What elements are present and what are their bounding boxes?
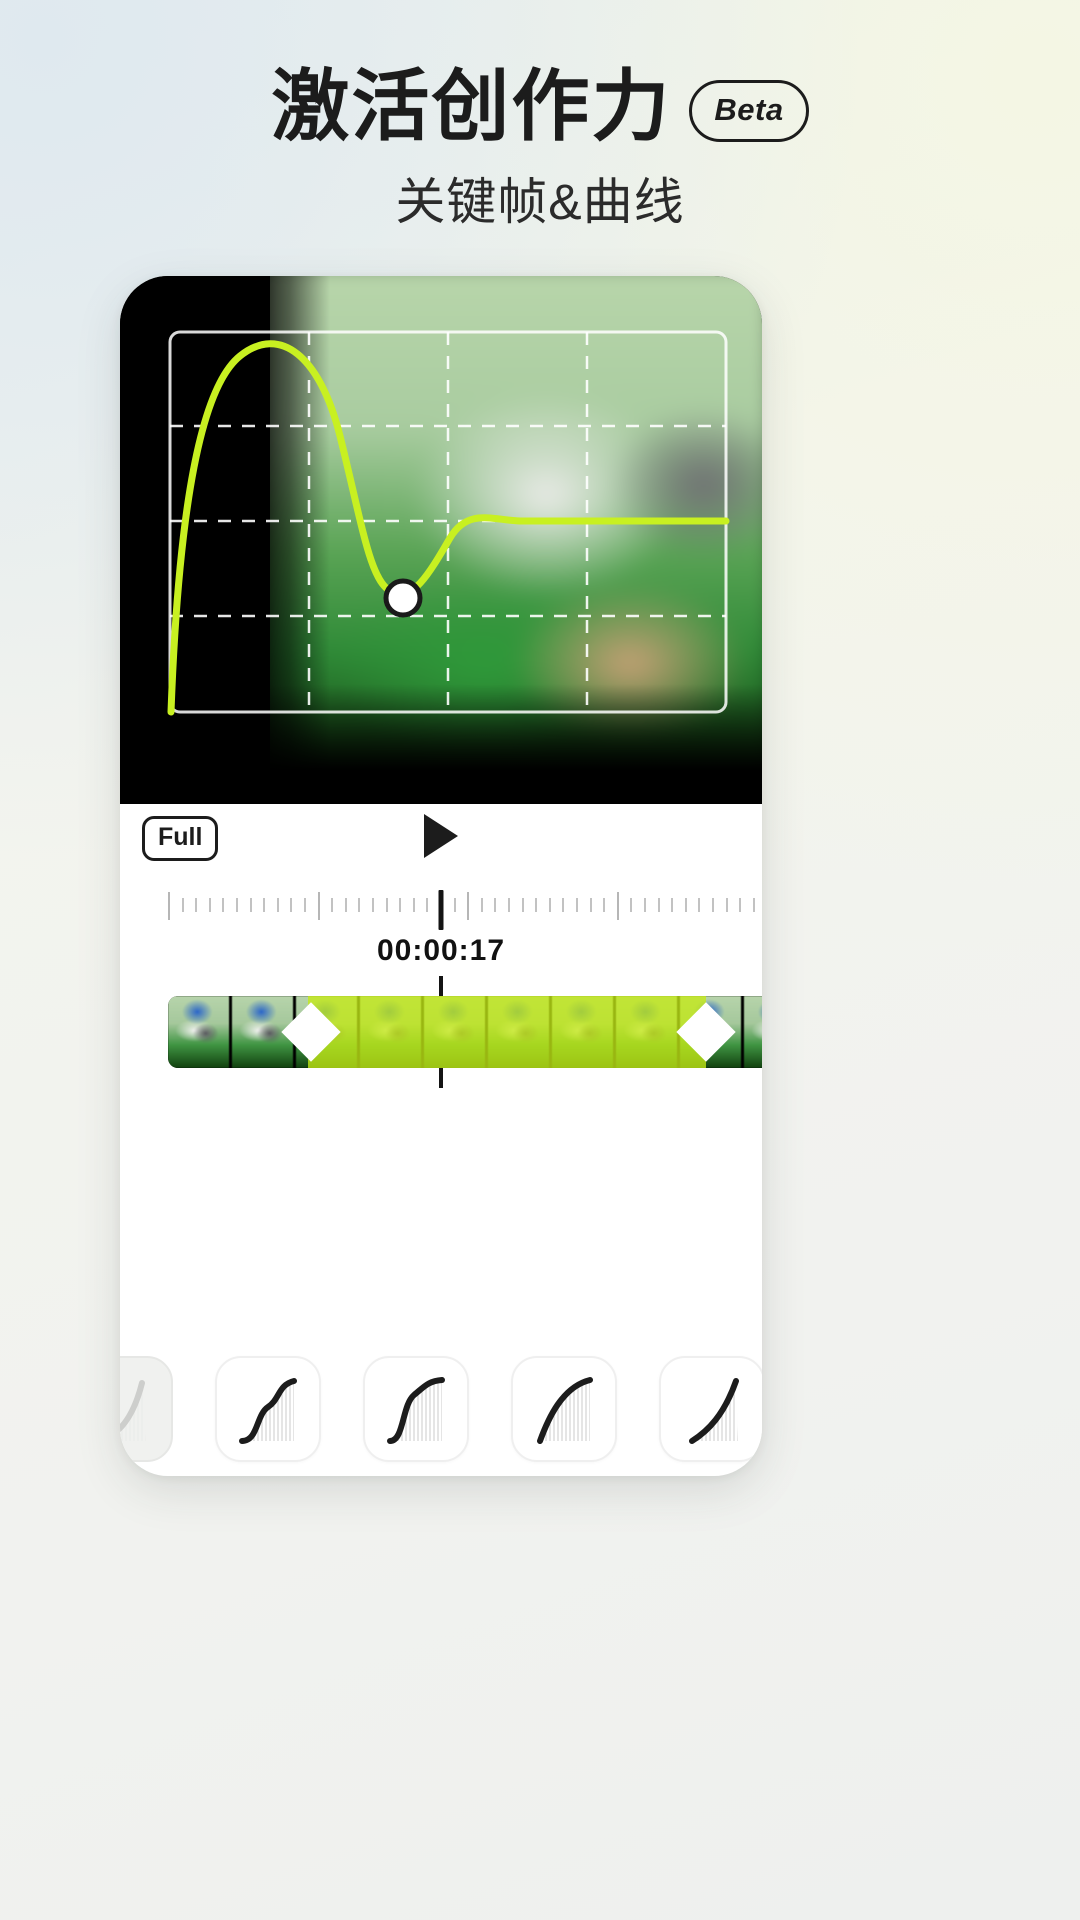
ease-in-curve — [120, 1380, 146, 1441]
ease-out-curve — [537, 1377, 593, 1444]
easing-preset-card[interactable] — [215, 1356, 321, 1462]
easing-curve-hatch — [540, 1380, 590, 1441]
curve-graph[interactable] — [120, 276, 762, 804]
timecode-label: 00:00:17 — [376, 934, 506, 967]
title-row: 激活创作力 Beta — [0, 62, 1080, 150]
ruler-tick — [657, 898, 660, 912]
ruler-tick — [603, 898, 606, 912]
ruler-tick — [712, 898, 714, 912]
ruler-tick — [508, 898, 510, 912]
easing-preset-default[interactable]: Default — [342, 1356, 490, 1476]
filmstrip-frame — [744, 996, 762, 1068]
ruler-tick — [535, 898, 538, 912]
easing-preset-quart-in[interactable]: Quart in — [638, 1356, 762, 1476]
ruler-tick — [630, 898, 633, 912]
ruler-tick — [290, 898, 293, 912]
ruler-tick — [725, 898, 728, 912]
play-icon[interactable] — [424, 814, 458, 858]
phone-mockup: 石光资源网 Full 00:00:17 Ease InEase BothDefa… — [120, 276, 762, 1476]
ruler-tick — [208, 898, 211, 912]
ruler-tick — [671, 898, 674, 912]
filmstrip-frame — [168, 996, 232, 1068]
easing-preset-ease-out[interactable]: Ease Out — [490, 1356, 638, 1476]
ruler-tick — [181, 898, 184, 912]
page-subtitle: 关键帧&曲线 — [395, 173, 685, 230]
easing-curve-hatch — [242, 1381, 294, 1441]
player-control-bar: Full — [120, 804, 762, 882]
ruler-tick — [372, 898, 374, 912]
ruler-tick — [684, 898, 687, 912]
ruler-tick — [644, 898, 646, 912]
easing-preset-ease-in[interactable]: Ease In — [120, 1356, 194, 1476]
easing-preset-row: Ease InEase BothDefaultEase OutQuart inC… — [120, 1356, 762, 1476]
ruler-tick — [739, 898, 742, 912]
ruler-tick — [467, 892, 470, 920]
ruler-tick — [494, 898, 497, 912]
ruler-tick — [562, 898, 565, 912]
ruler-tick — [263, 898, 266, 912]
ruler-tick — [521, 898, 524, 912]
ruler-tick — [304, 898, 306, 912]
ruler-tick — [358, 898, 361, 912]
header: 激活创作力 Beta 关键帧&曲线 — [0, 0, 1080, 234]
ruler-tick — [480, 898, 483, 912]
ruler-tick — [426, 898, 429, 912]
playhead-marker[interactable] — [438, 890, 444, 930]
keyframe-handle[interactable] — [383, 578, 423, 618]
curve-editor-preview[interactable]: 石光资源网 — [120, 276, 762, 804]
easing-preset-ease-both[interactable]: Ease Both — [194, 1356, 342, 1476]
clip-filmstrip-track[interactable] — [168, 996, 762, 1068]
ruler-tick — [317, 892, 320, 920]
easing-preset-card[interactable] — [363, 1356, 469, 1462]
ruler-tick — [344, 898, 347, 912]
ruler-tick — [412, 898, 415, 912]
ruler-tick — [195, 898, 198, 912]
selected-clip-range[interactable] — [308, 996, 706, 1068]
ease-both-curve — [239, 1378, 297, 1444]
ruler-tick — [752, 898, 755, 912]
ruler-tick — [168, 892, 170, 920]
full-screen-button[interactable]: Full — [142, 816, 219, 861]
ruler-tick — [616, 892, 619, 920]
ruler-tick — [399, 898, 402, 912]
default-curve — [387, 1377, 445, 1444]
easing-preset-card[interactable] — [511, 1356, 617, 1462]
ruler-tick — [698, 898, 701, 912]
ruler-tick — [249, 898, 252, 912]
timeline-ruler[interactable] — [168, 892, 762, 934]
timeline[interactable]: 00:00:17 — [120, 882, 762, 1102]
beta-badge: Beta — [689, 80, 809, 142]
ruler-tick — [276, 898, 279, 912]
ruler-tick — [385, 898, 388, 912]
ruler-tick — [548, 898, 551, 912]
page-title: 激活创作力 — [271, 62, 672, 150]
ruler-tick — [453, 898, 456, 912]
ruler-tick — [222, 898, 225, 912]
ruler-tick — [331, 898, 334, 912]
quart-in-curve — [689, 1378, 739, 1444]
ruler-tick — [589, 898, 592, 912]
easing-preset-card[interactable] — [120, 1356, 173, 1462]
ruler-tick — [236, 898, 238, 912]
easing-preset-panel: Ease InEase BothDefaultEase OutQuart inC… — [120, 1356, 762, 1476]
ruler-tick — [576, 898, 578, 912]
easing-preset-card[interactable] — [659, 1356, 762, 1462]
